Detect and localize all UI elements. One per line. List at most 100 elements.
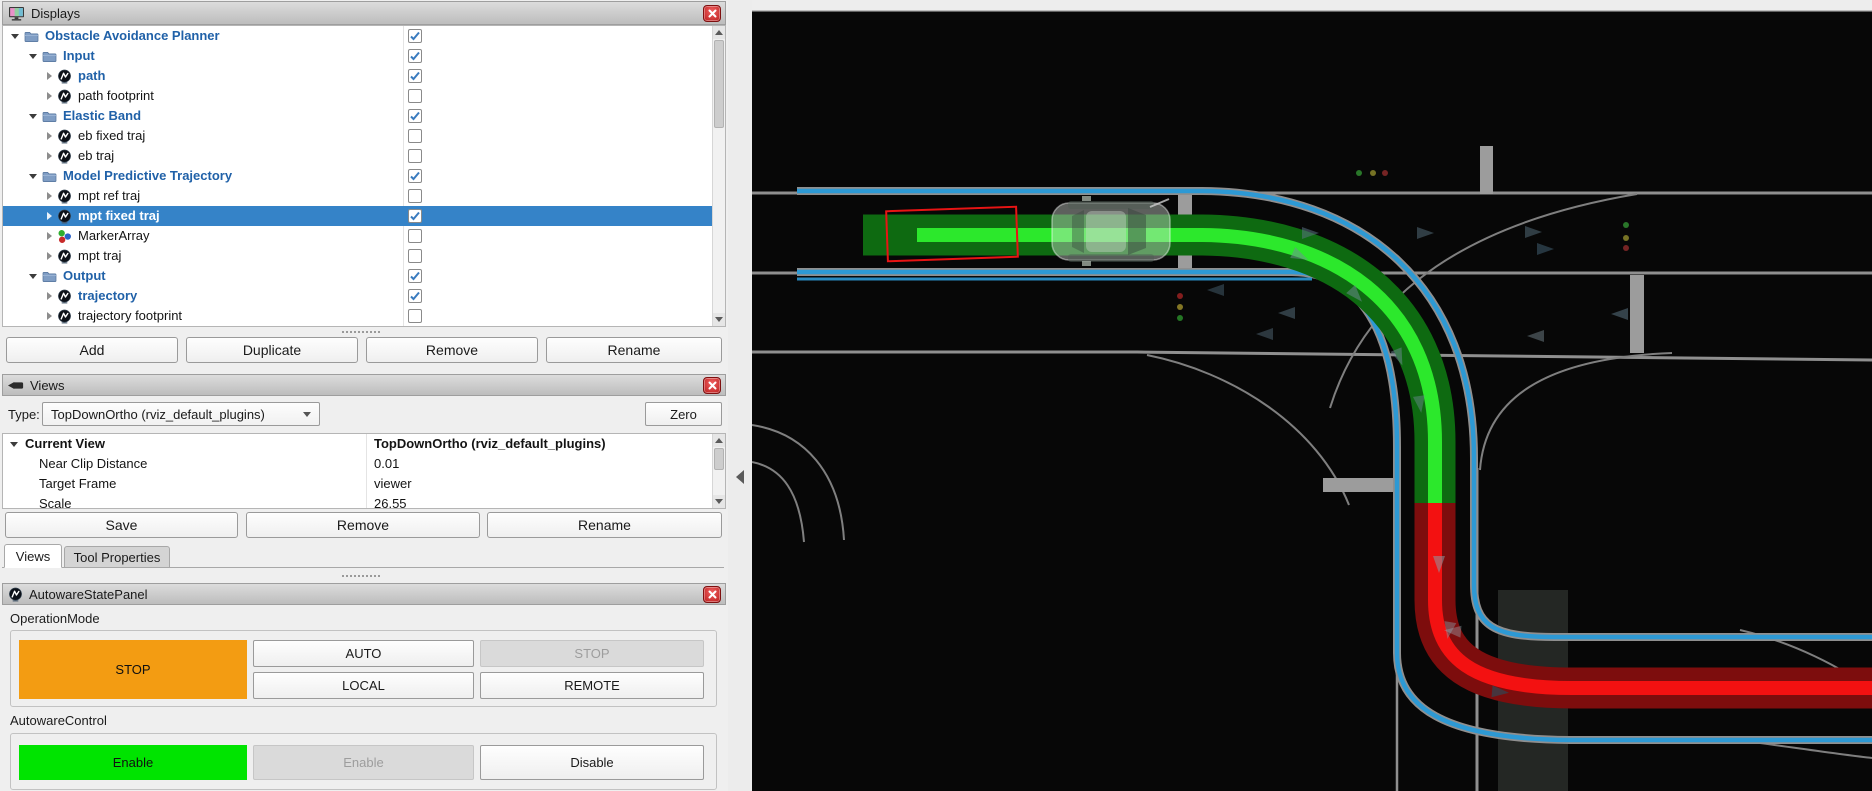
collapse-arrow-icon[interactable] [47, 292, 52, 300]
autoware-icon [8, 587, 23, 602]
tree-row-elastic-band[interactable]: Elastic Band [3, 106, 713, 126]
visibility-checkbox[interactable] [408, 109, 422, 123]
rename-view-button[interactable]: Rename [487, 512, 722, 538]
duplicate-display-button[interactable]: Duplicate [186, 337, 358, 363]
scroll-up-button[interactable] [713, 26, 725, 39]
visibility-checkbox[interactable] [408, 209, 422, 223]
visibility-checkbox[interactable] [408, 29, 422, 43]
folder-icon [42, 110, 59, 123]
tree-row-markerarray[interactable]: MarkerArray [3, 226, 713, 246]
tree-row-obstacle-avoidance-planner[interactable]: Obstacle Avoidance Planner [3, 26, 713, 46]
tree-row-model-predictive-trajectory[interactable]: Model Predictive Trajectory [3, 166, 713, 186]
visibility-checkbox[interactable] [408, 49, 422, 63]
disable-control-button[interactable]: Disable [480, 745, 704, 780]
operation-mode-status: STOP [19, 640, 247, 699]
tree-scrollbar[interactable] [712, 26, 725, 326]
views-panel-header[interactable]: Views [2, 374, 726, 396]
tree-row-mpt-traj[interactable]: mpt traj [3, 246, 713, 266]
close-icon[interactable] [703, 5, 721, 22]
properties-scrollbar[interactable] [712, 434, 725, 508]
tree-item-label: mpt traj [78, 246, 121, 266]
expand-arrow-icon[interactable] [29, 274, 37, 279]
collapse-arrow-icon[interactable] [47, 192, 52, 200]
expand-arrow-icon[interactable] [10, 442, 18, 447]
property-row-current-view[interactable]: Current ViewTopDownOrtho (rviz_default_p… [3, 434, 713, 454]
auto-mode-button[interactable]: AUTO [253, 640, 474, 667]
displays-panel-header[interactable]: Displays [2, 1, 726, 25]
display-tree[interactable]: Obstacle Avoidance PlannerInputpathpath … [2, 25, 726, 327]
property-value[interactable]: TopDownOrtho (rviz_default_plugins) [374, 434, 606, 454]
panel-splitter-handle[interactable] [342, 331, 380, 333]
rename-display-button[interactable]: Rename [546, 337, 722, 363]
autoware-state-panel-header[interactable]: AutowareStatePanel [2, 583, 726, 605]
visibility-checkbox[interactable] [408, 249, 422, 263]
vertical-splitter[interactable] [728, 0, 752, 791]
tree-row-mpt-ref-traj[interactable]: mpt ref traj [3, 186, 713, 206]
scroll-down-button[interactable] [713, 313, 725, 326]
tree-row-path-footprint[interactable]: path footprint [3, 86, 713, 106]
expand-arrow-icon[interactable] [11, 34, 19, 39]
3d-viewport[interactable] [752, 0, 1872, 791]
tree-row-path[interactable]: path [3, 66, 713, 86]
folder-icon [24, 30, 41, 43]
local-mode-button[interactable]: LOCAL [253, 672, 474, 699]
visibility-checkbox[interactable] [408, 189, 422, 203]
tree-row-output[interactable]: Output [3, 266, 713, 286]
property-row-target-frame[interactable]: Target Frameviewer [3, 474, 713, 494]
collapse-arrow-icon[interactable] [47, 92, 52, 100]
scroll-up-button[interactable] [713, 434, 725, 447]
tree-item-label: MarkerArray [78, 226, 150, 246]
scrollbar-thumb[interactable] [714, 448, 724, 470]
view-type-combobox[interactable]: TopDownOrtho (rviz_default_plugins) [42, 402, 320, 426]
tree-row-mpt-fixed-traj[interactable]: mpt fixed traj [3, 206, 713, 226]
visibility-checkbox[interactable] [408, 69, 422, 83]
close-icon[interactable] [703, 377, 721, 394]
tree-row-input[interactable]: Input [3, 46, 713, 66]
tree-row-trajectory-footprint[interactable]: trajectory footprint [3, 306, 713, 326]
collapse-arrow-icon[interactable] [47, 152, 52, 160]
zero-button[interactable]: Zero [645, 402, 722, 426]
expand-arrow-icon[interactable] [29, 174, 37, 179]
visibility-checkbox[interactable] [408, 149, 422, 163]
remote-mode-button[interactable]: REMOTE [480, 672, 704, 699]
tree-item-label: mpt ref traj [78, 186, 140, 206]
tree-row-eb-fixed-traj[interactable]: eb fixed traj [3, 126, 713, 146]
tab-views[interactable]: Views [4, 544, 62, 568]
collapse-arrow-icon[interactable] [47, 212, 52, 220]
property-value[interactable]: 0.01 [374, 454, 399, 474]
collapse-arrow-icon[interactable] [47, 312, 52, 320]
visibility-checkbox[interactable] [408, 269, 422, 283]
close-icon[interactable] [703, 586, 721, 603]
visibility-checkbox[interactable] [408, 169, 422, 183]
tab-tool-properties[interactable]: Tool Properties [64, 546, 170, 568]
visibility-checkbox[interactable] [408, 229, 422, 243]
collapse-arrow-icon[interactable] [47, 132, 52, 140]
panel-tabbar: ViewsTool Properties [2, 544, 726, 569]
property-row-scale[interactable]: Scale26.55 [3, 494, 713, 509]
expand-arrow-icon[interactable] [29, 54, 37, 59]
visibility-checkbox[interactable] [408, 89, 422, 103]
remove-view-button[interactable]: Remove [246, 512, 480, 538]
scrollbar-thumb[interactable] [714, 40, 724, 128]
tree-row-eb-traj[interactable]: eb traj [3, 146, 713, 166]
tree-item-label: Elastic Band [63, 106, 141, 126]
property-value[interactable]: viewer [374, 474, 412, 494]
scroll-down-button[interactable] [713, 495, 725, 508]
visibility-checkbox[interactable] [408, 309, 422, 323]
collapse-arrow-icon[interactable] [47, 232, 52, 240]
panel-collapse-arrow-icon[interactable] [736, 470, 744, 484]
add-display-button[interactable]: Add [6, 337, 178, 363]
collapse-arrow-icon[interactable] [47, 72, 52, 80]
collapse-arrow-icon[interactable] [47, 252, 52, 260]
save-view-button[interactable]: Save [5, 512, 238, 538]
property-value[interactable]: 26.55 [374, 494, 407, 509]
visibility-checkbox[interactable] [408, 289, 422, 303]
remove-display-button[interactable]: Remove [366, 337, 538, 363]
panel-splitter-handle[interactable] [342, 575, 380, 577]
tree-row-trajectory[interactable]: trajectory [3, 286, 713, 306]
visibility-checkbox[interactable] [408, 129, 422, 143]
lanelet-map-scene[interactable] [752, 0, 1872, 791]
current-view-properties[interactable]: Current ViewTopDownOrtho (rviz_default_p… [2, 433, 726, 509]
expand-arrow-icon[interactable] [29, 114, 37, 119]
property-row-near-clip-distance[interactable]: Near Clip Distance0.01 [3, 454, 713, 474]
